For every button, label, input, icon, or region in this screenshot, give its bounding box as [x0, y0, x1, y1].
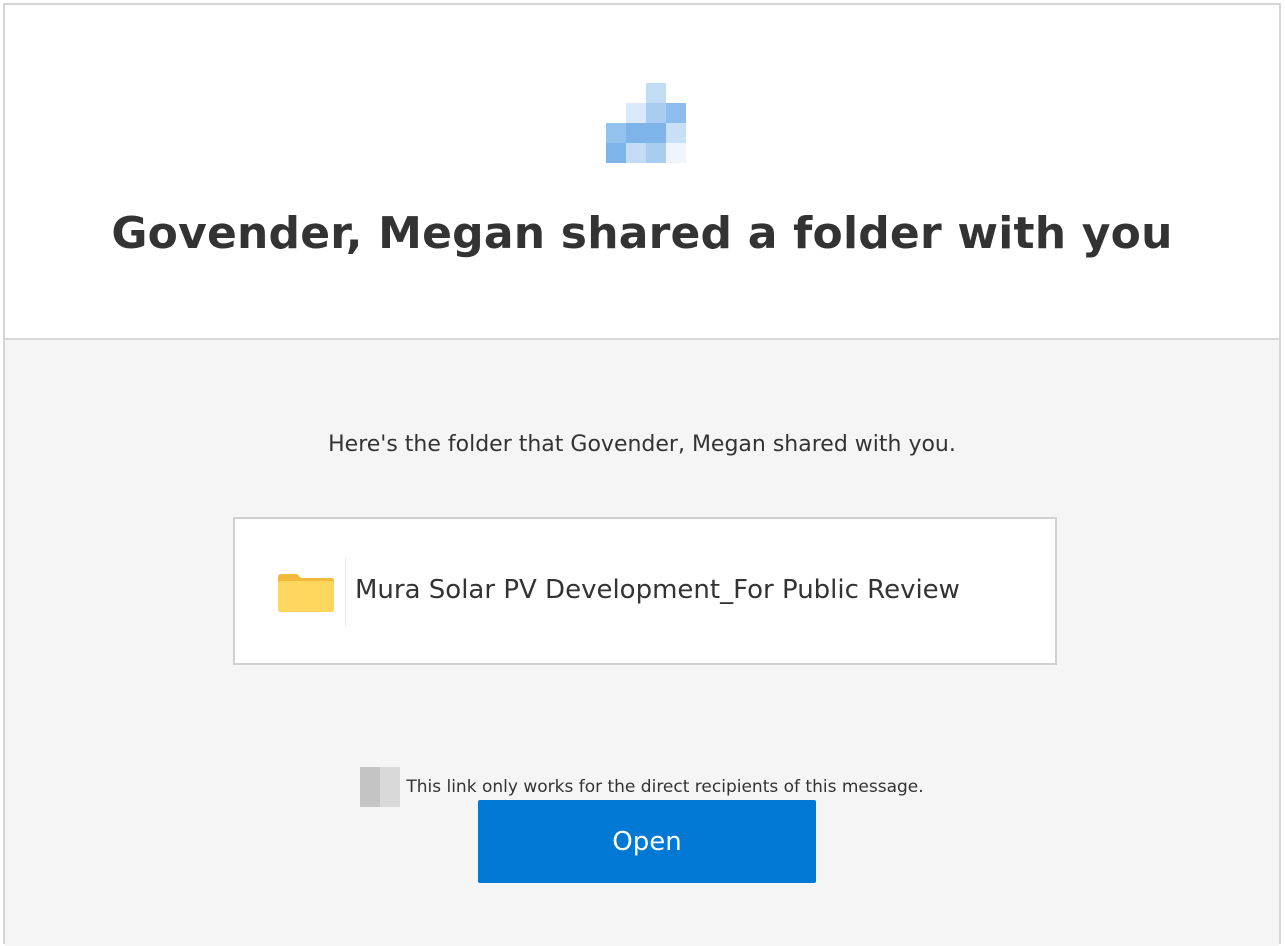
notice-text: This link only works for the direct reci… — [406, 777, 924, 797]
intro-text: Here's the folder that Govender, Megan s… — [328, 432, 956, 457]
shared-folder-card[interactable]: Mura Solar PV Development_For Public Rev… — [233, 517, 1057, 665]
email-body: Here's the folder that Govender, Megan s… — [5, 340, 1279, 946]
folder-icon — [278, 574, 334, 612]
lock-icon — [360, 767, 401, 807]
open-button[interactable]: Open — [478, 800, 816, 883]
page-title: Govender, Megan shared a folder with you — [111, 208, 1173, 259]
folder-divider — [345, 557, 346, 627]
email-frame: Govender, Megan shared a folder with you… — [3, 3, 1281, 946]
folder-name-link[interactable]: Mura Solar PV Development_For Public Rev… — [355, 575, 960, 605]
email-header: Govender, Megan shared a folder with you — [5, 5, 1279, 340]
brand-logo-icon — [606, 83, 686, 163]
